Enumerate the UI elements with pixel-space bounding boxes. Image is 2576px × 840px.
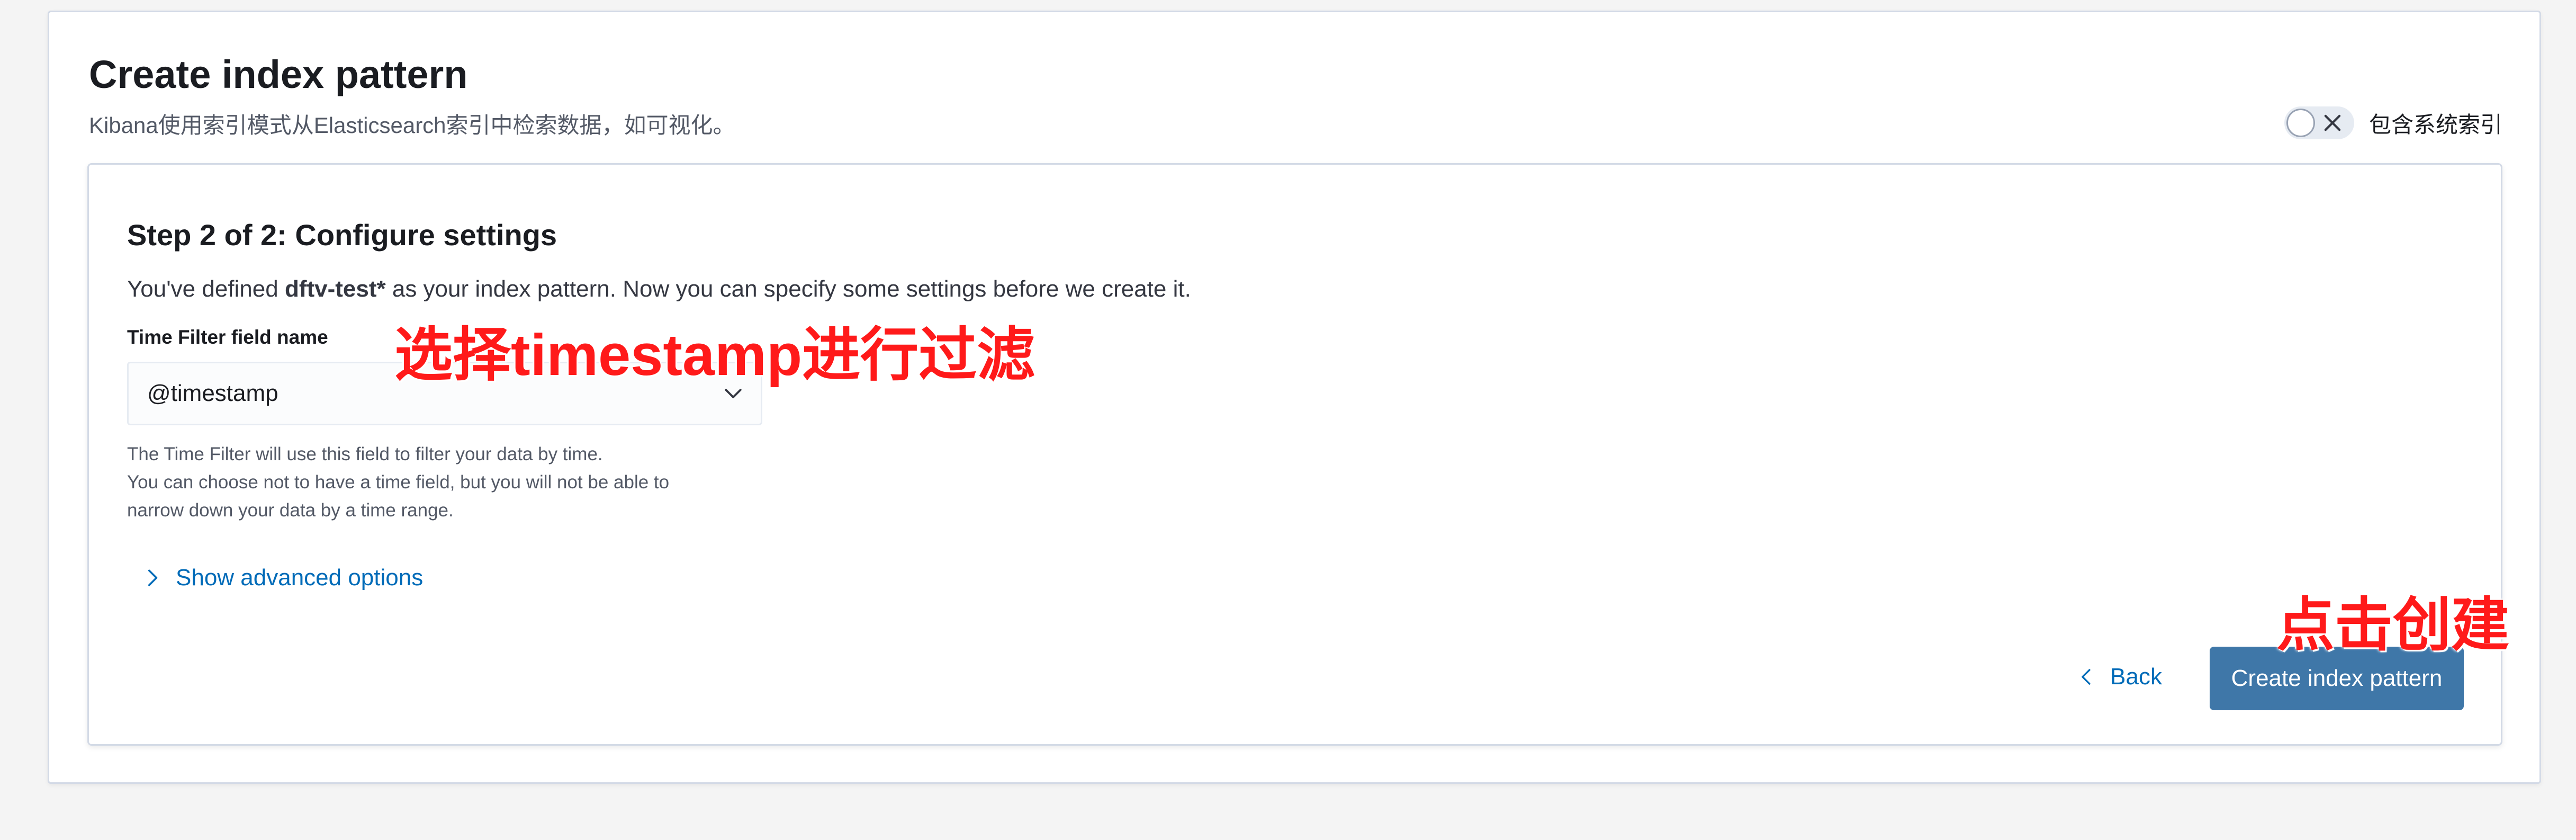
annotation-click-create: 点击创建	[2276, 593, 2509, 658]
chevron-right-icon	[148, 569, 158, 586]
step-description: You've defined dftv-test* as your index …	[127, 276, 1191, 302]
help-line-2: You can choose not to have a time field,…	[127, 472, 670, 493]
close-icon	[2324, 114, 2341, 131]
step-title: Step 2 of 2: Configure settings	[127, 218, 557, 252]
create-index-pattern-page: Create index pattern Kibana使用索引模式从Elasti…	[48, 11, 2541, 784]
show-advanced-options-link[interactable]: Show advanced options	[142, 565, 423, 591]
page-title: Create index pattern	[89, 52, 468, 96]
help-line-1: The Time Filter will use this field to f…	[127, 444, 603, 464]
toggle-knob	[2286, 109, 2315, 137]
annotation-select-timestamp: 选择timestamp进行过滤	[394, 323, 1035, 388]
help-line-3: narrow down your data by a time range.	[127, 500, 454, 521]
page-subtitle: Kibana使用索引模式从Elasticsearch索引中检索数据，如可视化。	[89, 113, 735, 138]
toggle-switch[interactable]	[2284, 106, 2354, 139]
chevron-left-icon	[2082, 669, 2091, 685]
step-description-prefix: You've defined	[127, 276, 285, 302]
time-filter-field-label: Time Filter field name	[127, 326, 328, 348]
time-filter-help-text: The Time Filter will use this field to f…	[127, 440, 669, 524]
step-description-suffix: as your index pattern. Now you can speci…	[385, 276, 1191, 302]
show-advanced-options-label: Show advanced options	[176, 565, 424, 591]
back-label: Back	[2110, 664, 2162, 690]
include-system-indices-toggle[interactable]: 包含系统索引	[2284, 106, 2502, 139]
configure-settings-panel: Step 2 of 2: Configure settings You've d…	[87, 163, 2502, 746]
toggle-label: 包含系统索引	[2368, 112, 2502, 137]
index-pattern-name: dftv-test*	[284, 276, 386, 302]
back-button[interactable]: Back	[2076, 664, 2162, 690]
